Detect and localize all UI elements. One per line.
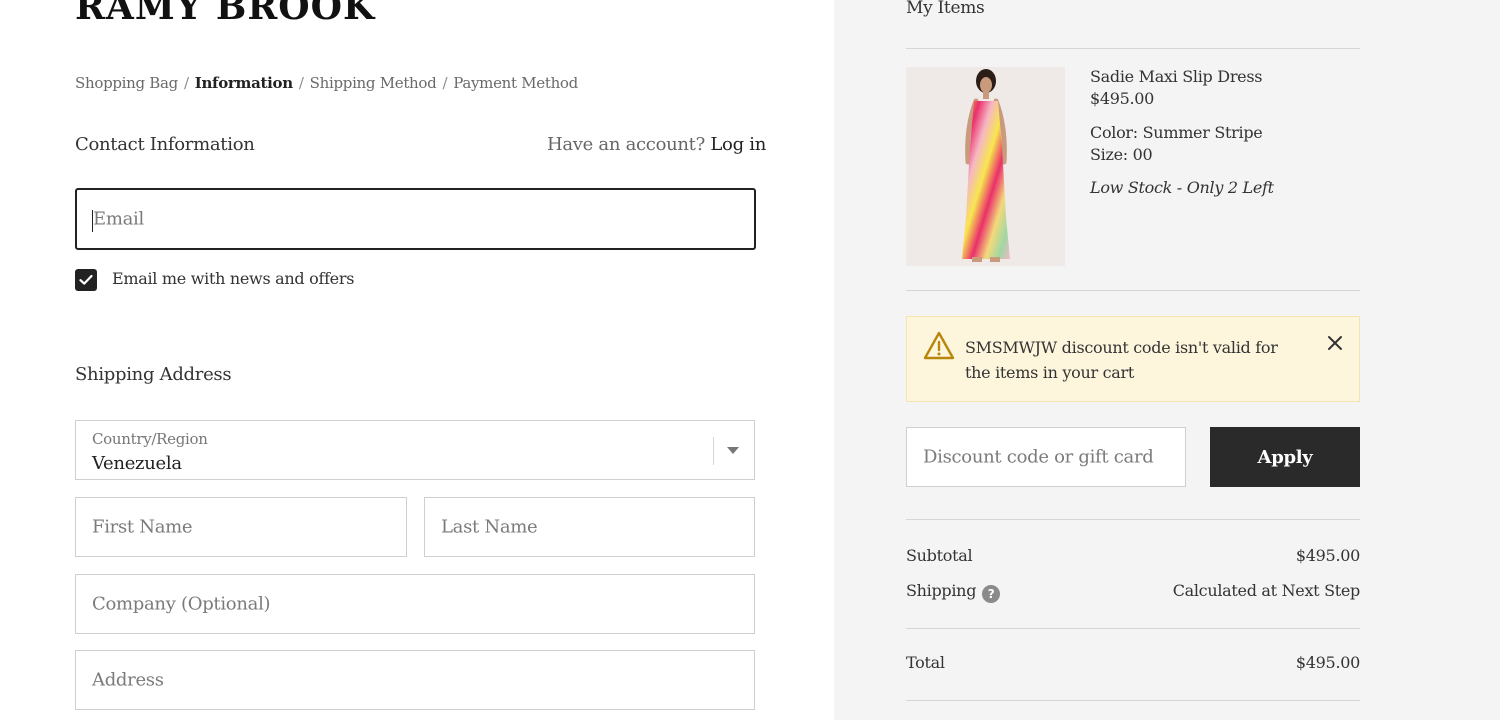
account-prompt-text: Have an account?: [546, 134, 705, 155]
last-name-placeholder: Last Name: [441, 516, 538, 538]
first-name-placeholder: First Name: [92, 516, 193, 538]
shipping-value: Calculated at Next Step: [1172, 581, 1361, 600]
company-field[interactable]: Company (Optional): [75, 574, 755, 634]
product-name[interactable]: Sadie Maxi Slip Dress: [1090, 67, 1262, 86]
login-link[interactable]: Log in: [710, 134, 766, 155]
first-name-field[interactable]: First Name: [75, 497, 407, 557]
address-placeholder: Address: [92, 669, 164, 691]
shipping-label-wrap: Shipping?: [906, 581, 1001, 603]
product-color: Color: Summer Stripe: [1090, 123, 1263, 142]
country-label: Country/Region: [92, 430, 208, 448]
company-placeholder: Company (Optional): [92, 593, 271, 615]
checkmark-icon: [79, 274, 93, 285]
checkout-form-panel: RAMY BROOK Shopping Bag / Information / Ship…: [0, 0, 834, 720]
close-icon[interactable]: [1327, 335, 1343, 351]
country-value: Venezuela: [92, 453, 182, 474]
breadcrumb-shipping-method: Shipping Method: [309, 74, 437, 92]
subtotal-value: $495.00: [1295, 546, 1360, 565]
subtotal-label: Subtotal: [906, 546, 973, 565]
select-divider: [713, 437, 714, 465]
total-value: $495.00: [1295, 653, 1360, 672]
breadcrumb-shopping-bag[interactable]: Shopping Bag: [75, 74, 178, 92]
breadcrumb-payment-method: Payment Method: [453, 74, 578, 92]
account-prompt: Have an account? Log in: [547, 134, 766, 155]
divider: [906, 48, 1360, 49]
divider: [906, 519, 1360, 520]
email-placeholder: Email: [93, 208, 144, 230]
discount-code-input[interactable]: Discount code or gift card: [906, 427, 1186, 487]
stock-note: Low Stock - Only 2 Left: [1090, 178, 1274, 197]
divider: [906, 700, 1360, 701]
breadcrumb-information: Information: [194, 74, 293, 92]
last-name-field[interactable]: Last Name: [424, 497, 755, 557]
breadcrumb-separator: /: [183, 74, 189, 92]
breadcrumb-separator: /: [442, 74, 448, 92]
country-select[interactable]: Country/Region Venezuela: [75, 420, 755, 480]
newsletter-label[interactable]: Email me with news and offers: [112, 269, 354, 288]
product-image: [906, 67, 1065, 266]
shipping-heading: Shipping Address: [75, 364, 232, 385]
discount-error-alert: SMSMWJW discount code isn't valid for th…: [906, 316, 1360, 402]
discount-placeholder: Discount code or gift card: [923, 446, 1154, 468]
newsletter-checkbox[interactable]: [75, 269, 97, 291]
help-icon[interactable]: ?: [982, 585, 1001, 603]
my-items-heading: My Items: [906, 0, 985, 18]
warning-icon: [923, 331, 955, 360]
divider: [906, 628, 1360, 629]
product-size: Size: 00: [1090, 145, 1153, 164]
breadcrumb: Shopping Bag / Information / Shipping Method…: [75, 74, 578, 92]
apply-button[interactable]: Apply: [1210, 427, 1360, 487]
brand-logo[interactable]: RAMY BROOK: [75, 0, 375, 28]
email-field[interactable]: Email: [75, 188, 756, 250]
divider: [906, 290, 1360, 291]
total-label: Total: [906, 653, 945, 672]
product-price: $495.00: [1090, 89, 1155, 108]
dress-photo: [906, 67, 1065, 266]
chevron-down-icon: [727, 447, 739, 454]
shipping-label: Shipping: [906, 581, 977, 600]
alert-message: SMSMWJW discount code isn't valid for th…: [965, 338, 1278, 382]
order-summary-panel: My Items Sadie Maxi Slip Dress $495.00 C…: [834, 0, 1500, 720]
contact-heading: Contact Information: [75, 134, 255, 155]
breadcrumb-separator: /: [298, 74, 304, 92]
address-field[interactable]: Address: [75, 650, 755, 710]
